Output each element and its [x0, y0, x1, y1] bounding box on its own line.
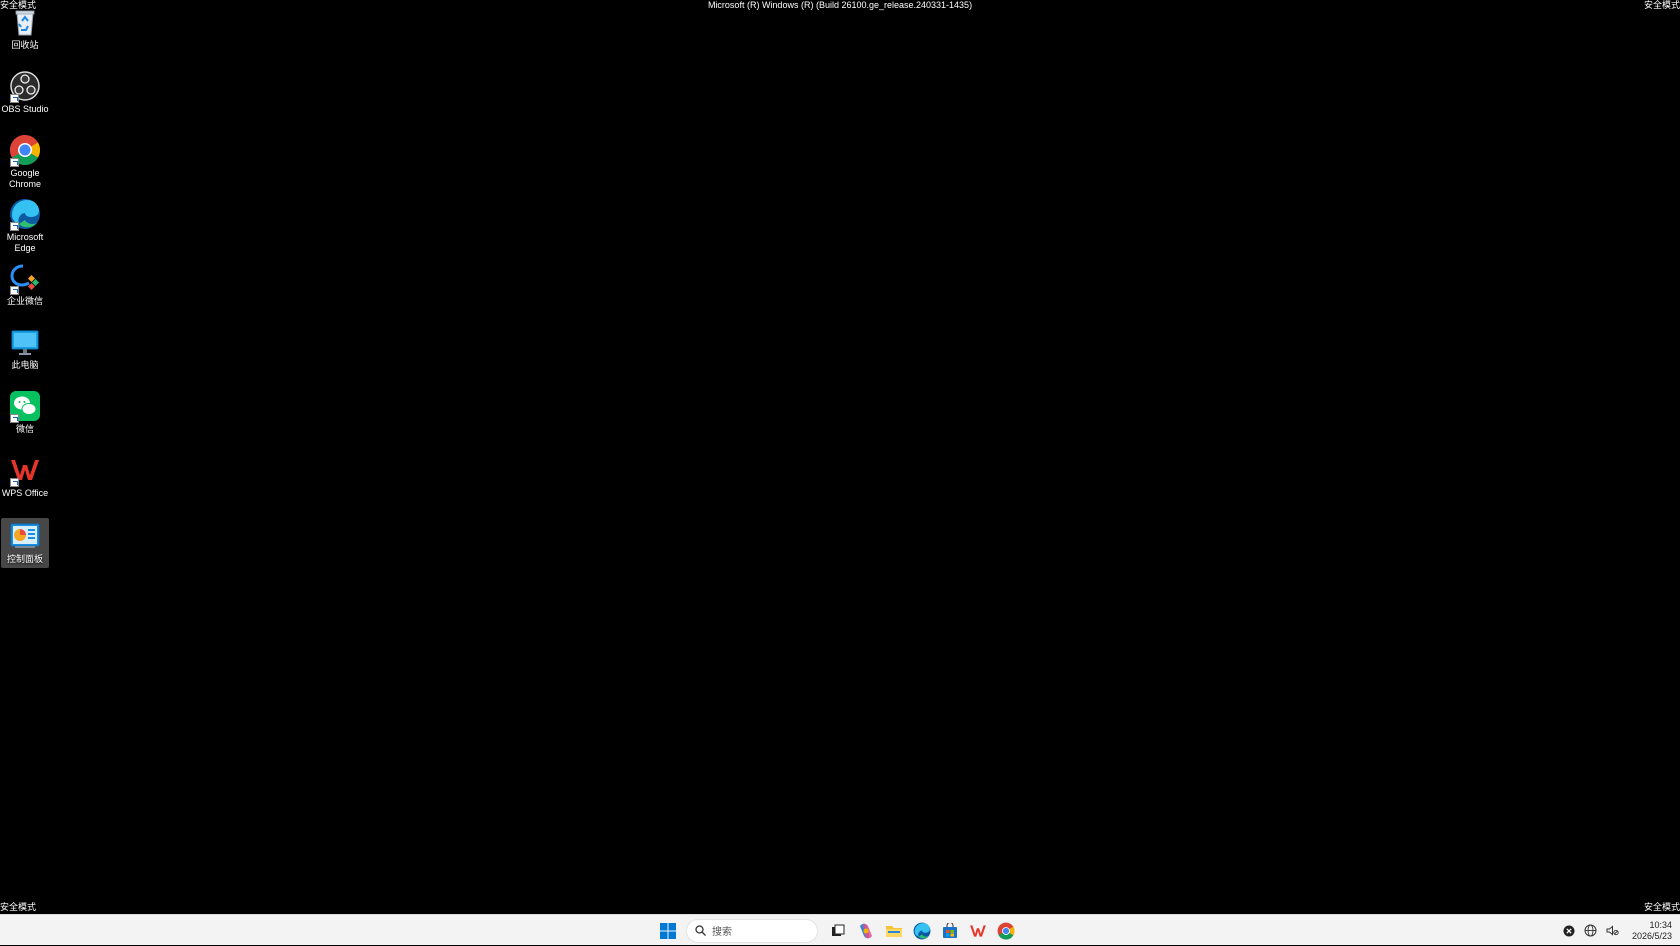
- taskbar-clock[interactable]: 10:34 2026/5/23: [1632, 920, 1672, 942]
- task-view-button[interactable]: [824, 917, 852, 945]
- taskbar-center: 搜索: [654, 915, 1020, 946]
- desktop-icon-label: WPS Office: [1, 488, 49, 498]
- desktop-icon-label: Google Chrome: [8, 168, 41, 189]
- taskbar-search-box[interactable]: 搜索: [686, 918, 818, 943]
- edge-icon: [913, 922, 931, 939]
- obs-studio-icon: [9, 70, 41, 103]
- desktop-icon-label: 微信: [15, 424, 34, 434]
- windows-logo-icon: [660, 922, 676, 939]
- shortcut-arrow-icon: [10, 94, 19, 103]
- store-button[interactable]: [936, 917, 964, 945]
- edge-icon: [9, 198, 41, 231]
- store-icon: [943, 922, 957, 938]
- recycle-bin-icon: [9, 6, 41, 38]
- desktop-icon-wps-office[interactable]: WPS Office: [1, 452, 49, 512]
- shortcut-arrow-icon: [10, 286, 19, 295]
- desktop-icon-this-pc[interactable]: 此电脑: [1, 324, 49, 384]
- chrome-icon: [997, 922, 1015, 939]
- desktop-icon-microsoft-edge[interactable]: Microsoft Edge: [1, 196, 49, 258]
- desktop-icon-wecom[interactable]: 企业微信: [1, 260, 49, 320]
- desktop-icon-label: OBS Studio: [1, 104, 49, 114]
- build-watermark: Microsoft (R) Windows (R) (Build 26100.g…: [707, 0, 973, 10]
- desktop-icon-label: Microsoft Edge: [6, 232, 44, 253]
- desktop-icon-recycle-bin[interactable]: 回收站: [1, 4, 49, 64]
- volume-button[interactable]: [1604, 922, 1622, 940]
- safe-mode-watermark-bottom-right: 安全模式: [1643, 902, 1680, 912]
- wps-icon: [970, 924, 986, 937]
- wps-office-icon: [9, 454, 41, 487]
- shortcut-arrow-icon: [10, 222, 19, 231]
- file-explorer-button[interactable]: [880, 917, 908, 945]
- chrome-icon: [9, 134, 41, 167]
- taskbar: 搜索 10:34 2026/5/23: [0, 914, 1680, 945]
- copilot-button[interactable]: [852, 917, 880, 945]
- safe-mode-watermark-top-right: 安全模式: [1643, 0, 1680, 10]
- desktop-icon-obs-studio[interactable]: OBS Studio: [1, 68, 49, 128]
- desktop-icon-label: 此电脑: [11, 360, 39, 370]
- search-icon: [695, 925, 706, 936]
- desktop-icon-google-chrome[interactable]: Google Chrome: [1, 132, 49, 194]
- close-circle-icon: [1563, 925, 1575, 936]
- desktop-icon-label: 回收站: [11, 40, 39, 50]
- speaker-muted-icon: [1606, 925, 1620, 936]
- task-view-icon: [832, 924, 845, 936]
- desktop[interactable]: 安全模式 Microsoft (R) Windows (R) (Build 26…: [0, 0, 1680, 914]
- wechat-icon: [9, 390, 41, 423]
- shortcut-arrow-icon: [10, 478, 19, 487]
- desktop-icon-wechat[interactable]: 微信: [1, 388, 49, 448]
- this-pc-icon: [9, 326, 41, 358]
- network-button[interactable]: [1582, 922, 1600, 940]
- safe-mode-watermark-bottom-left: 安全模式: [0, 902, 37, 912]
- control-panel-icon: [9, 520, 41, 552]
- clock-time: 10:34: [1649, 919, 1672, 930]
- desktop-icon-control-panel[interactable]: 控制面板: [1, 518, 49, 568]
- search-placeholder: 搜索: [712, 927, 732, 938]
- globe-icon: [1584, 924, 1597, 937]
- desktop-icon-label: 企业微信: [6, 296, 43, 306]
- edge-taskbar-button[interactable]: [908, 917, 936, 945]
- system-tray: 10:34 2026/5/23: [1560, 915, 1680, 946]
- chrome-taskbar-button[interactable]: [992, 917, 1020, 945]
- shortcut-arrow-icon: [10, 158, 19, 167]
- shortcut-arrow-icon: [10, 414, 19, 423]
- tray-status-button[interactable]: [1560, 922, 1578, 940]
- desktop-icon-label: 控制面板: [6, 554, 43, 564]
- wecom-icon: [9, 262, 41, 295]
- start-button[interactable]: [654, 917, 682, 945]
- clock-date: 2026/5/23: [1631, 930, 1672, 941]
- copilot-icon: [860, 923, 872, 938]
- wps-taskbar-button[interactable]: [964, 917, 992, 945]
- file-explorer-icon: [886, 925, 902, 937]
